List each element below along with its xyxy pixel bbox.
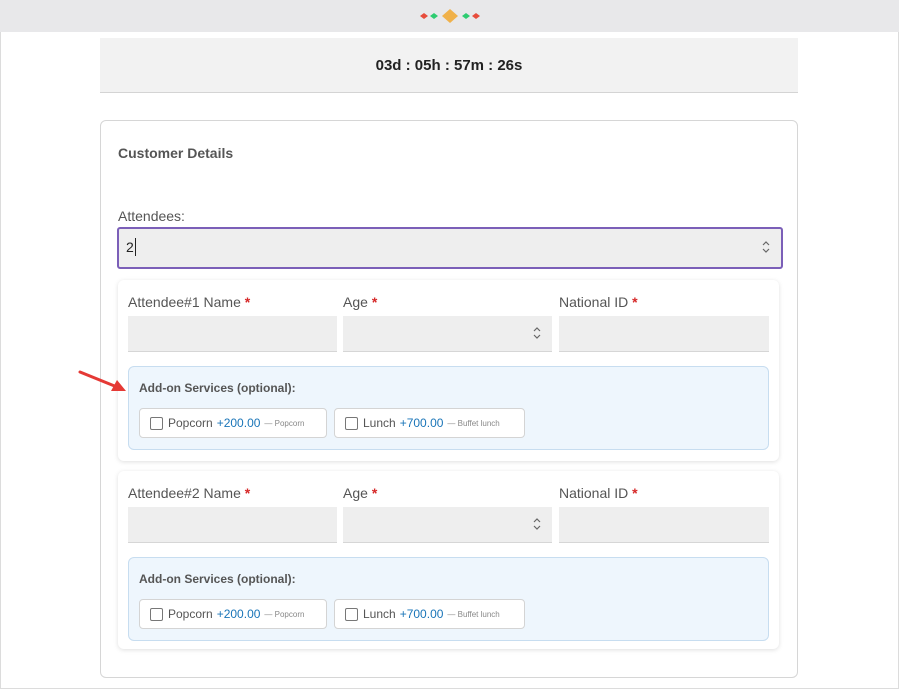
required-marker: * (632, 294, 638, 310)
attendee-1-addons-panel: Add-on Services (optional): Popcorn +200… (128, 366, 769, 450)
customer-details-card: Customer Details Attendees: 2 Attendee#1… (100, 120, 798, 678)
attendee-1-name-input[interactable] (128, 316, 337, 352)
attendees-label: Attendees: (118, 208, 185, 224)
required-marker: * (244, 294, 251, 310)
required-marker: * (371, 294, 378, 310)
addon-popcorn-checkbox[interactable]: Popcorn +200.00 — Popcorn (139, 599, 327, 629)
attendee-1-card: Attendee#1 Name * Age * National ID * Ad… (118, 280, 779, 461)
attendee-2-card: Attendee#2 Name * Age * National ID * Ad… (118, 471, 779, 649)
checkbox-icon[interactable] (150, 416, 163, 430)
attendee-2-national-id-input[interactable] (559, 507, 769, 543)
addon-label: Popcorn (168, 416, 213, 430)
attendee-2-age-input[interactable] (343, 507, 552, 543)
spinner-arrows-icon[interactable] (531, 516, 543, 532)
addon-description: — Buffet lunch (447, 418, 500, 428)
required-marker: * (244, 485, 251, 501)
addon-label: Lunch (363, 416, 396, 430)
checkbox-icon[interactable] (345, 607, 358, 621)
addon-label: Popcorn (168, 607, 213, 621)
attendee-1-age-label: Age * (343, 294, 378, 310)
addon-label: Lunch (363, 607, 396, 621)
attendee-2-id-label: National ID * (559, 485, 638, 501)
diamond-logo-icon (420, 9, 480, 23)
attendees-value: 2 (126, 239, 134, 255)
text-caret (135, 238, 136, 256)
addon-lunch-checkbox[interactable]: Lunch +700.00 — Buffet lunch (334, 408, 525, 438)
addon-price: +700.00 (399, 416, 444, 430)
addon-description: — Popcorn (264, 418, 305, 428)
attendee-1-national-id-input[interactable] (559, 316, 769, 352)
attendees-number-input[interactable]: 2 (117, 227, 783, 269)
checkbox-icon[interactable] (150, 607, 163, 621)
attendee-1-name-label: Attendee#1 Name * (128, 294, 251, 310)
addon-price: +700.00 (399, 607, 444, 621)
addon-description: — Buffet lunch (447, 609, 500, 619)
attendee-1-id-label: National ID * (559, 294, 638, 310)
attendee-2-name-input[interactable] (128, 507, 337, 543)
top-bar (0, 0, 899, 33)
countdown-text: 03d : 05h : 57m : 26s (375, 56, 523, 74)
section-title: Customer Details (118, 145, 234, 161)
addon-price: +200.00 (216, 607, 261, 621)
countdown-timer: 03d : 05h : 57m : 26s (100, 38, 798, 93)
addons-title: Add-on Services (optional): (139, 381, 296, 395)
spinner-arrows-icon[interactable] (760, 239, 772, 255)
red-arrow-icon (78, 370, 126, 391)
addon-description: — Popcorn (264, 609, 305, 619)
attendee-1-age-input[interactable] (343, 316, 552, 352)
attendee-2-name-label: Attendee#2 Name * (128, 485, 251, 501)
required-marker: * (632, 485, 638, 501)
addons-title: Add-on Services (optional): (139, 572, 296, 586)
attendee-2-addons-panel: Add-on Services (optional): Popcorn +200… (128, 557, 769, 641)
addon-price: +200.00 (216, 416, 261, 430)
attendee-2-age-label: Age * (343, 485, 378, 501)
addon-lunch-checkbox[interactable]: Lunch +700.00 — Buffet lunch (334, 599, 525, 629)
spinner-arrows-icon[interactable] (531, 325, 543, 341)
checkbox-icon[interactable] (345, 416, 358, 430)
required-marker: * (371, 485, 378, 501)
addon-popcorn-checkbox[interactable]: Popcorn +200.00 — Popcorn (139, 408, 327, 438)
